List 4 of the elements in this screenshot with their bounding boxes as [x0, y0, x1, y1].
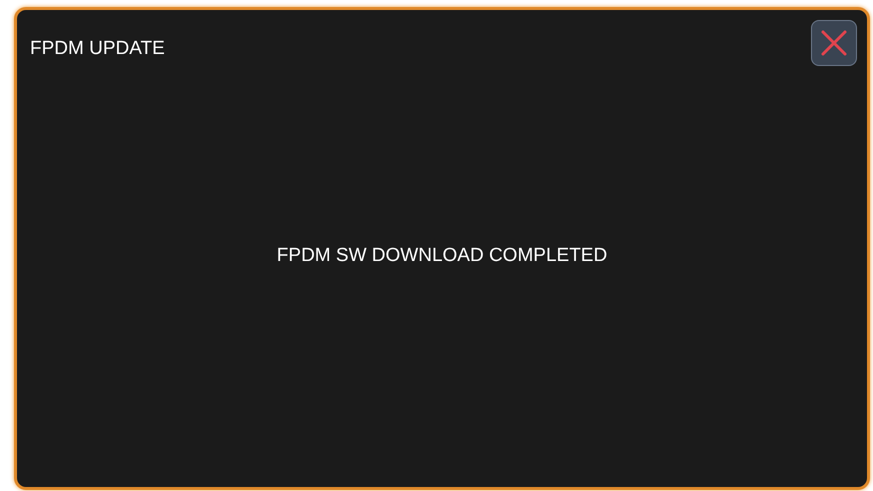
close-icon: [819, 28, 849, 58]
close-button[interactable]: [811, 20, 857, 66]
dialog-title: FPDM UPDATE: [30, 37, 165, 61]
status-message: FPDM SW DOWNLOAD COMPLETED: [276, 244, 608, 268]
